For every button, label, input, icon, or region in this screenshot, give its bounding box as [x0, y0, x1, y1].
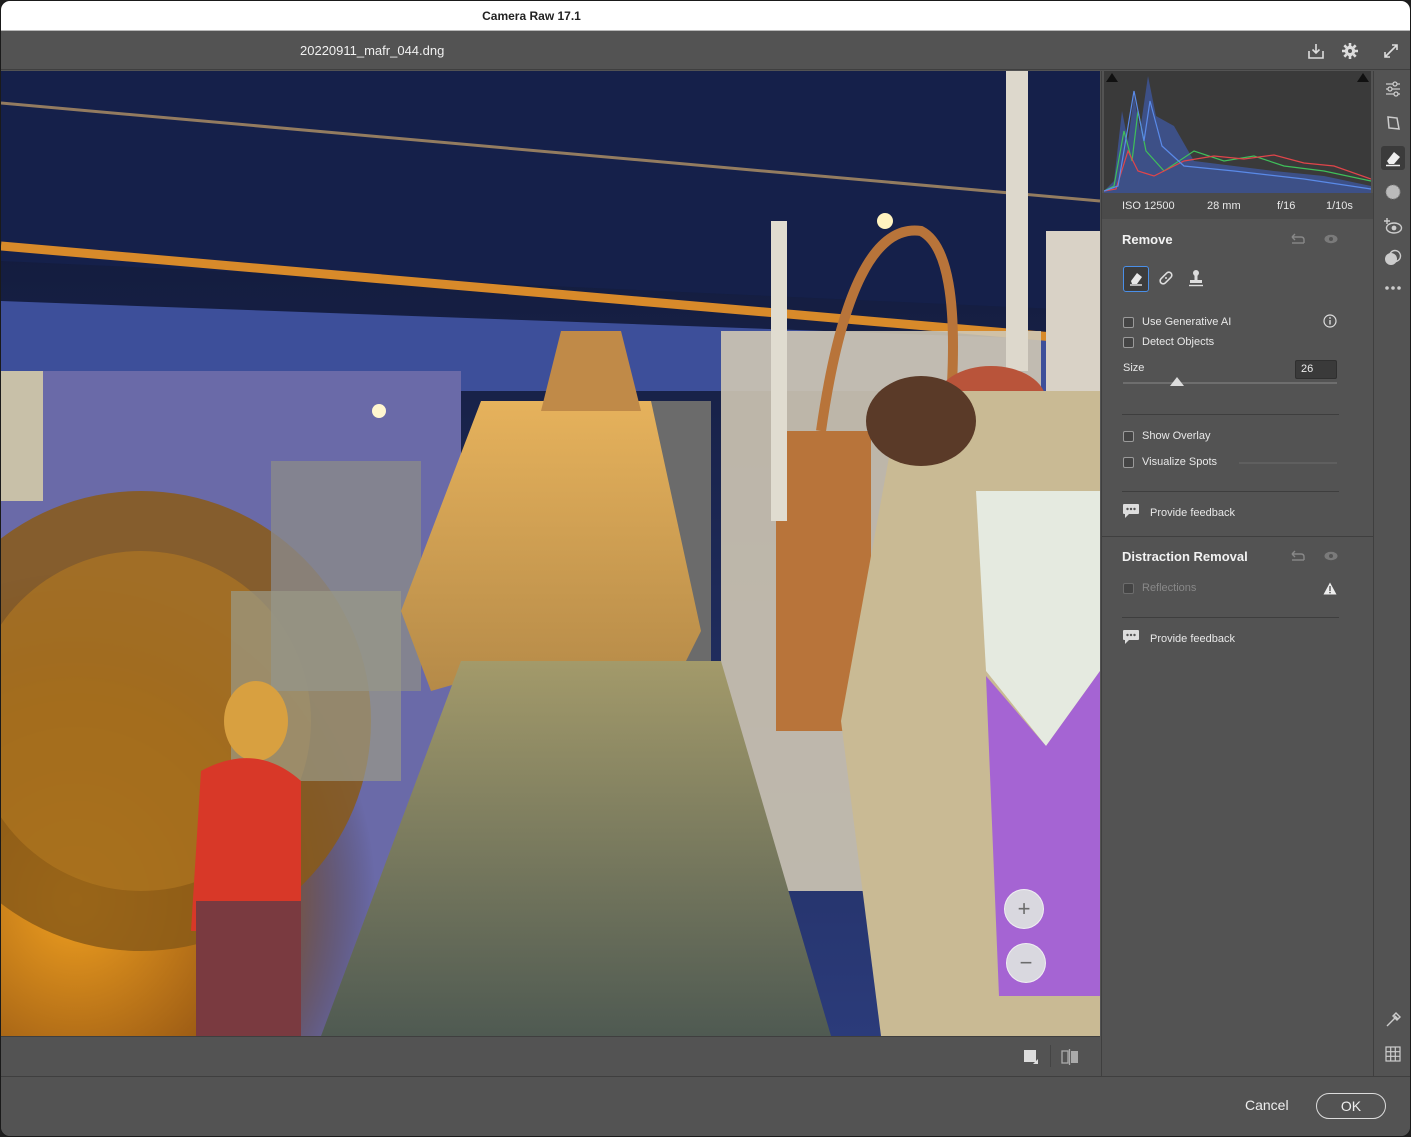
single-view-icon[interactable]: [1023, 1049, 1039, 1068]
divider: [1122, 491, 1339, 492]
detect-objects-checkbox[interactable]: Detect Objects: [1123, 336, 1214, 348]
show-overlay-checkbox[interactable]: Show Overlay: [1123, 430, 1210, 442]
camera-raw-window: Camera Raw 17.1 20220911_mafr_044.dng + …: [0, 0, 1411, 1137]
checkbox-box[interactable]: [1123, 582, 1134, 594]
checkbox-box[interactable]: [1123, 456, 1134, 468]
compare-view-icon[interactable]: [1061, 1049, 1079, 1068]
clone-tool-button[interactable]: [1183, 266, 1209, 292]
sampler-icon[interactable]: [1381, 1008, 1405, 1032]
divider: [1122, 617, 1339, 618]
info-icon[interactable]: [1322, 314, 1338, 328]
warning-icon[interactable]: [1322, 581, 1338, 595]
window-title: Camera Raw 17.1: [482, 9, 581, 23]
reset-icon[interactable]: [1290, 549, 1306, 563]
visualize-spots-checkbox[interactable]: Visualize Spots: [1123, 456, 1217, 468]
checkbox-box[interactable]: [1123, 336, 1134, 348]
section-divider: [1102, 536, 1373, 537]
visualize-spots-label: Visualize Spots: [1142, 456, 1218, 468]
bandage-icon: [1157, 269, 1175, 290]
histogram: [1103, 71, 1372, 193]
file-header: 20220911_mafr_044.dng: [1, 32, 1410, 70]
image-canvas[interactable]: + −: [1, 71, 1100, 1036]
use-generative-ai-label: Use Generative AI: [1142, 316, 1232, 328]
save-icon[interactable]: [1306, 41, 1326, 61]
visibility-eye-icon[interactable]: [1323, 549, 1339, 563]
exif-info: ISO 12500 28 mm f/16 1/10s: [1102, 193, 1373, 219]
exif-shutter: 1/10s: [1326, 200, 1353, 212]
bar-separator: [1050, 1045, 1051, 1067]
masking-icon[interactable]: [1381, 180, 1405, 204]
detect-objects-label: Detect Objects: [1142, 336, 1215, 348]
reset-icon[interactable]: [1290, 232, 1306, 246]
size-input[interactable]: 26: [1295, 360, 1337, 379]
remove-tool-button[interactable]: [1123, 266, 1149, 292]
visibility-eye-icon[interactable]: [1323, 232, 1339, 246]
reflections-checkbox[interactable]: Reflections: [1123, 582, 1196, 594]
gear-icon[interactable]: [1340, 41, 1360, 61]
size-slider-track[interactable]: [1123, 382, 1337, 384]
feedback-bubble-icon: [1122, 629, 1140, 648]
photo-preview[interactable]: [1, 71, 1100, 1036]
show-overlay-label: Show Overlay: [1142, 430, 1211, 442]
checkbox-box[interactable]: [1123, 430, 1134, 442]
crop-icon[interactable]: [1381, 111, 1405, 135]
divider: [1122, 414, 1339, 415]
distraction-feedback-label: Provide feedback: [1150, 632, 1235, 645]
reflections-label: Reflections: [1142, 582, 1197, 594]
highlight-clipping-icon[interactable]: [1357, 73, 1369, 82]
size-slider-thumb[interactable]: [1170, 377, 1184, 386]
remove-feedback-link[interactable]: Provide feedback: [1122, 503, 1235, 522]
exif-aperture: f/16: [1277, 200, 1296, 212]
tool-strip: [1373, 71, 1410, 1076]
heal-tool-button[interactable]: [1153, 266, 1179, 292]
stamp-icon: [1187, 269, 1205, 290]
distraction-feedback-link[interactable]: Provide feedback: [1122, 629, 1235, 648]
distraction-removal-title[interactable]: Distraction Removal: [1122, 549, 1248, 564]
remove-section-title[interactable]: Remove: [1122, 232, 1173, 247]
title-bar: Camera Raw 17.1: [1, 1, 1410, 31]
zoom-out-button[interactable]: −: [1006, 943, 1046, 983]
cancel-button[interactable]: Cancel: [1233, 1095, 1301, 1115]
checkbox-box[interactable]: [1123, 316, 1134, 328]
fullscreen-icon[interactable]: [1381, 41, 1401, 61]
edit-panel: ISO 12500 28 mm f/16 1/10s Remove Use Ge…: [1101, 71, 1373, 1076]
zoom-in-button[interactable]: +: [1004, 889, 1044, 929]
exif-iso: ISO 12500: [1122, 200, 1175, 212]
use-generative-ai-checkbox[interactable]: Use Generative AI: [1123, 316, 1231, 328]
remove-eraser-icon[interactable]: [1381, 146, 1405, 170]
exif-focal-length: 28 mm: [1207, 200, 1241, 212]
red-eye-icon[interactable]: [1381, 214, 1405, 238]
canvas-bottom-bar: [1, 1036, 1100, 1075]
dialog-footer: Cancel OK: [1, 1076, 1410, 1136]
more-icon[interactable]: [1381, 276, 1405, 300]
grid-icon[interactable]: [1381, 1042, 1405, 1066]
feedback-bubble-icon: [1122, 503, 1140, 522]
file-name: 20220911_mafr_044.dng: [300, 43, 445, 58]
shadow-clipping-icon[interactable]: [1106, 73, 1118, 82]
edit-sliders-icon[interactable]: [1381, 77, 1405, 101]
ok-button[interactable]: OK: [1316, 1093, 1386, 1119]
presets-icon[interactable]: [1381, 246, 1405, 270]
remove-feedback-label: Provide feedback: [1150, 506, 1235, 519]
size-label: Size: [1123, 362, 1145, 374]
eraser-icon: [1128, 270, 1144, 289]
visualize-spots-slider[interactable]: [1239, 462, 1337, 464]
